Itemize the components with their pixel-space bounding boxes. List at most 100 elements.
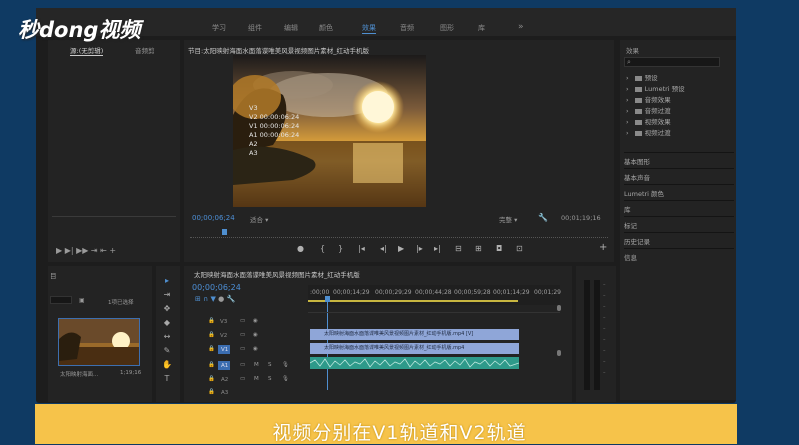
section-essential-graphics[interactable]: 基本图形 [624,152,734,166]
lift-icon[interactable]: ⊟ [455,244,462,253]
mute-button[interactable]: M [254,376,259,382]
effects-search-input[interactable]: ⌕ [624,57,720,67]
settings-wrench-icon[interactable]: 🔧 [226,295,235,303]
playhead-marker[interactable] [222,229,227,235]
clip-a1[interactable] [310,357,519,369]
sync-lock-icon[interactable]: ▭ [240,318,245,324]
effects-title: 效果 [626,47,639,55]
lock-icon[interactable]: 🔒 [208,362,215,368]
eye-icon[interactable]: ◉ [253,346,258,352]
slip-tool-icon[interactable]: ↔ [162,332,172,342]
project-search-input[interactable] [50,296,72,304]
program-duration: 00;01;19;16 [561,214,601,222]
lock-icon[interactable]: 🔒 [208,376,215,382]
timeline-scroll-handle[interactable] [557,305,561,311]
selection-count: 1项已选择 [108,300,134,306]
workspace-tab-editing[interactable]: 编辑 [284,23,298,33]
section-lumetri-color[interactable]: Lumetri 颜色 [624,184,734,198]
clip-v1[interactable]: 太阳映射海面水面落谍唯美风景视频图片素材_红动手机版.mp4 [310,343,519,354]
ruler-label: :00;00 [310,289,330,296]
section-essential-sound[interactable]: 基本声音 [624,168,734,182]
lock-icon[interactable]: 🔒 [208,332,215,338]
button-editor-icon[interactable]: ⊡ [516,244,523,253]
audio-clip-mixer-tab[interactable]: 音频剪 [135,45,155,55]
overlay-line: V3 [249,104,258,112]
camera-icon[interactable]: ◘ [496,244,502,253]
project-clip-thumbnail[interactable] [58,318,140,366]
selection-tool-icon[interactable]: ▸ [162,276,172,286]
sync-lock-icon[interactable]: ▭ [240,332,245,338]
source-scrubber[interactable] [52,216,176,217]
lock-icon[interactable]: 🔒 [208,346,215,352]
effects-item-label: 音频效果 [644,96,671,104]
sync-lock-icon[interactable]: ▭ [240,376,245,382]
go-to-in-icon[interactable]: |◂ [358,244,365,253]
section-history[interactable]: 历史记录 [624,232,734,246]
extract-icon[interactable]: ⊞ [475,244,482,253]
timeline-scroll-handle-lower[interactable] [557,350,561,356]
marker-toggle-icon[interactable]: ● [218,295,224,303]
bin-icon[interactable]: ▣ [79,297,85,304]
effects-folder-video-effects[interactable]: › 视频效果 [626,116,671,126]
linked-icon[interactable]: ∩ [203,295,208,303]
solo-button[interactable]: S [268,376,272,382]
play-icon[interactable]: ▶ [398,244,404,253]
solo-button[interactable]: S [268,362,272,368]
section-libraries[interactable]: 库 [624,200,734,214]
source-tab[interactable]: 源:(无剪辑) [70,45,104,56]
eye-icon[interactable]: ◉ [253,332,258,338]
wrench-icon[interactable]: 🔧 [538,213,548,222]
fit-dropdown[interactable]: 适合 ▾ [250,214,268,224]
snap-icon[interactable]: ⊞ [195,295,201,303]
type-tool-icon[interactable]: T [162,374,172,384]
microphone-icon[interactable]: 🎙 [282,376,289,382]
ruler-label: 00;00;44;28 [415,289,452,296]
sync-lock-icon[interactable]: ▭ [240,362,245,368]
eye-icon[interactable]: ◉ [253,318,258,324]
effects-folder-audio-transitions[interactable]: › 音频过渡 [626,105,671,115]
track-label-a2: A2 [221,377,229,383]
microphone-icon[interactable]: 🎙 [282,362,289,368]
workspace-tab-learn[interactable]: 学习 [212,23,226,33]
mark-in-icon[interactable]: { [320,244,325,253]
workspace-tab-graphics[interactable]: 图形 [440,23,454,33]
clip-v2[interactable]: 太阳映射海面水面落谍唯美风景视频图片素材_红动手机版.mp4 [V] [310,329,519,340]
mark-out-icon[interactable]: } [338,244,343,253]
add-marker-icon[interactable]: ▼ [210,295,215,303]
hand-tool-icon[interactable]: ✋ [162,360,172,370]
effects-folder-presets[interactable]: › 预设 [626,72,658,82]
mute-button[interactable]: M [254,362,259,368]
program-scrubber[interactable] [190,235,608,238]
marker-icon[interactable]: ● [297,244,304,253]
lock-icon[interactable]: 🔒 [208,318,215,324]
step-back-icon[interactable]: ◂| [380,244,387,253]
go-to-out-icon[interactable]: ▸| [434,244,441,253]
pen-tool-icon[interactable]: ✎ [162,346,172,356]
clip-duration: 1;19;16 [120,370,142,376]
workspace-tab-effects[interactable]: 效果 [362,23,376,34]
work-area-bar[interactable] [308,300,518,302]
quality-value: 完整 [499,216,512,224]
sync-lock-icon[interactable]: ▭ [240,346,245,352]
workspace-tab-assembly[interactable]: 组件 [248,23,262,33]
workspace-tab-color[interactable]: 颜色 [319,23,333,33]
program-timecode[interactable]: 00;00;06;24 [192,214,235,222]
section-info[interactable]: 信息 [624,248,734,262]
effects-folder-audio-effects[interactable]: › 音频效果 [626,94,671,104]
effects-folder-video-transitions[interactable]: › 视频过渡 [626,127,671,137]
razor-tool-icon[interactable]: ◆ [162,318,172,328]
workspace-tab-libraries[interactable]: 库 [478,23,485,33]
track-select-tool-icon[interactable]: ⇥ [162,290,172,300]
fit-value: 适合 [250,216,263,224]
step-forward-icon[interactable]: |▸ [416,244,423,253]
timeline-timecode[interactable]: 00;00;06;24 [192,283,241,292]
effects-folder-lumetri-presets[interactable]: › Lumetri 预设 [626,83,685,93]
section-markers[interactable]: 标记 [624,216,734,230]
add-button-icon[interactable]: + [599,242,607,253]
lock-icon[interactable]: 🔒 [208,389,215,395]
quality-dropdown[interactable]: 完整 ▾ [499,214,517,224]
ripple-edit-tool-icon[interactable]: ✥ [162,304,172,314]
source-transport-controls[interactable]: ▶ ▶| ▶▶ ⇥ ⇤ + [56,246,116,255]
workspace-tab-audio[interactable]: 音频 [400,23,414,33]
more-workspaces-button[interactable]: » [518,22,524,32]
